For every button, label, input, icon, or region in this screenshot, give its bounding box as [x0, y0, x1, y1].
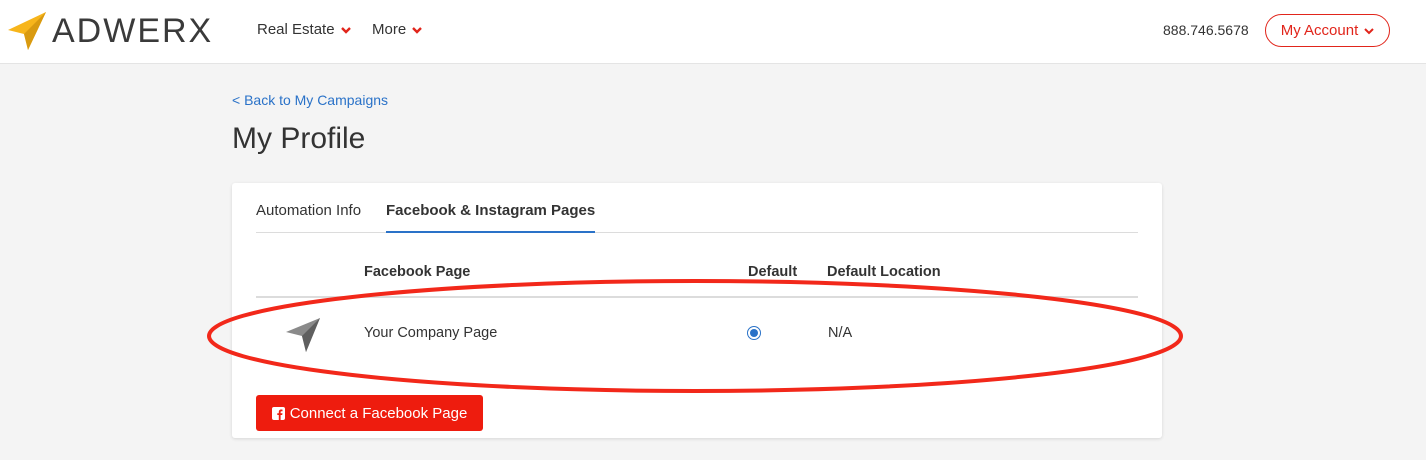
- profile-card: Automation Info Facebook & Instagram Pag…: [232, 183, 1162, 438]
- facebook-page-name: Your Company Page: [364, 325, 498, 341]
- my-account-label: My Account: [1280, 22, 1359, 39]
- top-navbar: ADWERX Real Estate More 888.746.5678 My …: [0, 0, 1426, 64]
- chevron-down-icon: [340, 26, 351, 34]
- table-header-divider: [256, 296, 1138, 298]
- my-account-button[interactable]: My Account: [1265, 14, 1390, 47]
- column-header-default: Default: [748, 264, 798, 280]
- nav-more[interactable]: More: [372, 21, 423, 38]
- page-title: My Profile: [232, 122, 366, 155]
- connect-facebook-page-button[interactable]: Connect a Facebook Page: [256, 395, 483, 431]
- facebook-icon: [271, 406, 285, 420]
- column-header-facebook-page: Facebook Page: [364, 264, 471, 280]
- default-location-value: N/A: [828, 325, 853, 341]
- connect-facebook-page-label: Connect a Facebook Page: [289, 404, 468, 422]
- tab-automation-info[interactable]: Automation Info: [256, 202, 361, 233]
- logo-text: ADWERX: [52, 12, 214, 50]
- phone-number[interactable]: 888.746.5678: [1163, 22, 1249, 38]
- tab-facebook-instagram-pages[interactable]: Facebook & Instagram Pages: [386, 202, 596, 233]
- tab-bar: Automation Info Facebook & Instagram Pag…: [256, 183, 1138, 233]
- default-radio[interactable]: [747, 326, 761, 340]
- chevron-down-icon: [1364, 27, 1374, 34]
- paper-plane-icon: [8, 12, 46, 50]
- back-to-campaigns-link[interactable]: < Back to My Campaigns: [232, 92, 388, 108]
- nav-more-label: More: [372, 21, 407, 38]
- column-header-default-location: Default Location: [827, 264, 941, 280]
- nav-real-estate[interactable]: Real Estate: [257, 21, 351, 38]
- chevron-down-icon: [412, 26, 423, 34]
- adwerx-logo[interactable]: ADWERX: [6, 10, 213, 52]
- nav-real-estate-label: Real Estate: [257, 21, 335, 38]
- location-arrow-icon: [286, 318, 320, 352]
